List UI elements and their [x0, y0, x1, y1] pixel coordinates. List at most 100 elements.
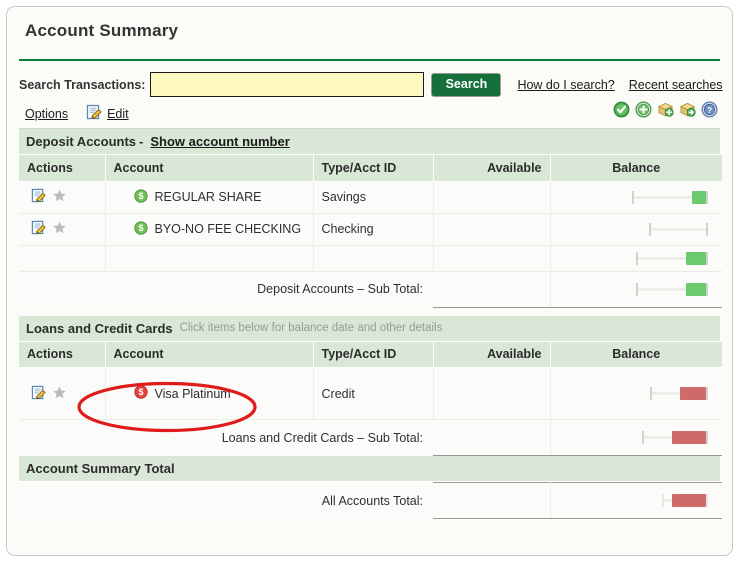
- deposit-header-dash: -: [139, 134, 144, 149]
- spacer-type-cell: [313, 245, 434, 272]
- loans-credit-cards-hint: Click items below for balance date and o…: [179, 322, 443, 334]
- dollar-circle-red-icon: $: [133, 385, 148, 402]
- show-account-number-link[interactable]: Show account number: [150, 134, 289, 149]
- all-accounts-total-label: All Accounts Total:: [19, 482, 434, 519]
- toolbar-icons: ?: [613, 101, 718, 118]
- col-header-balance: Balance: [550, 341, 722, 368]
- notepad-pencil-icon[interactable]: [31, 188, 46, 206]
- table-row[interactable]: $ BYO-NO FEE CHECKING Checking: [19, 213, 722, 246]
- all-accounts-total-available: [433, 482, 551, 519]
- notepad-pencil-icon[interactable]: [31, 220, 46, 238]
- account-summary-total-table: All Accounts Total:: [19, 482, 723, 519]
- svg-text:$: $: [138, 387, 143, 397]
- table-row[interactable]: $ REGULAR SHARE Savings: [19, 181, 722, 214]
- row-available-cell: [433, 213, 551, 246]
- row-type-cell: Checking: [313, 213, 434, 246]
- title-bar: Account Summary: [7, 7, 732, 53]
- dollar-circle-green-icon: $: [133, 220, 148, 238]
- col-header-actions: Actions: [19, 341, 106, 368]
- edit-group[interactable]: Edit: [86, 104, 129, 125]
- star-icon[interactable]: [52, 188, 67, 206]
- account-name: BYO-NO FEE CHECKING: [154, 222, 302, 236]
- spacer-available-cell: [433, 245, 551, 272]
- check-circle-icon[interactable]: [613, 101, 630, 118]
- account-name: REGULAR SHARE: [154, 190, 262, 204]
- section-gap-1: [7, 308, 732, 316]
- loans-subtotal-balance: [550, 419, 722, 456]
- col-header-account: Account: [105, 341, 314, 368]
- loans-credit-cards-table: Actions Account Type/Acct ID Available B…: [19, 341, 722, 456]
- spacer-actions-cell: [19, 245, 106, 272]
- col-header-balance: Balance: [550, 155, 722, 182]
- col-header-account: Account: [105, 155, 314, 182]
- main-panel: Account Summary Search Transactions: Sea…: [6, 6, 733, 556]
- spacer-account-cell: [105, 245, 314, 272]
- row-balance-cell: [550, 181, 722, 214]
- help-circle-icon[interactable]: ?: [701, 101, 718, 118]
- svg-text:?: ?: [707, 105, 712, 115]
- search-help-links: How do I search? Recent searches: [517, 78, 722, 92]
- spacer-balance-cell: [550, 245, 722, 272]
- search-input[interactable]: [150, 72, 425, 97]
- box-add-icon[interactable]: [657, 101, 674, 118]
- deposit-table-body: $ REGULAR SHARE Savings $ BYO-NO FEE CHE…: [19, 181, 722, 308]
- all-accounts-total-balance: [550, 482, 723, 519]
- box-export-icon[interactable]: [679, 101, 696, 118]
- col-header-type: Type/Acct ID: [313, 341, 434, 368]
- row-type-cell: Savings: [313, 181, 434, 214]
- how-do-i-search-link[interactable]: How do I search?: [517, 78, 614, 92]
- col-header-type: Type/Acct ID: [313, 155, 434, 182]
- row-available-cell: [433, 181, 551, 214]
- table-row[interactable]: $ Visa Platinum Credit: [19, 367, 722, 420]
- deposit-subtotal-label: Deposit Accounts – Sub Total:: [19, 271, 433, 307]
- row-balance-cell: [550, 213, 722, 246]
- balance-redacted-bar: [559, 420, 715, 455]
- edit-link[interactable]: Edit: [107, 107, 129, 121]
- deposit-accounts-table: Actions Account Type/Acct ID Available B…: [19, 155, 722, 308]
- row-actions-cell: [19, 181, 106, 214]
- svg-text:$: $: [138, 191, 143, 201]
- balance-redacted-bar: [559, 272, 715, 307]
- row-account-cell[interactable]: $ BYO-NO FEE CHECKING: [105, 213, 314, 246]
- balance-redacted-bar: [559, 214, 715, 245]
- account-summary-page: Account Summary Search Transactions: Sea…: [0, 0, 739, 562]
- plus-circle-icon[interactable]: [635, 101, 652, 118]
- balance-redacted-bar: [559, 368, 715, 419]
- recent-searches-link[interactable]: Recent searches: [629, 78, 723, 92]
- star-icon[interactable]: [52, 220, 67, 238]
- search-label: Search Transactions:: [19, 77, 146, 92]
- notepad-pencil-icon: [86, 104, 102, 125]
- deposit-subtotal-balance: [550, 270, 722, 308]
- deposit-accounts-header: Deposit Accounts - Show account number: [19, 129, 720, 155]
- account-summary-total-header: Account Summary Total: [19, 456, 720, 482]
- notepad-pencil-icon[interactable]: [31, 385, 46, 403]
- col-header-actions: Actions: [19, 155, 106, 182]
- loans-credit-cards-title: Loans and Credit Cards: [26, 320, 173, 336]
- search-button[interactable]: Search: [431, 72, 502, 97]
- balance-redacted-bar: [559, 246, 715, 271]
- loans-table-header-row: Actions Account Type/Acct ID Available B…: [19, 341, 722, 368]
- options-row: Options Edit ?: [7, 99, 732, 125]
- options-link[interactable]: Options: [25, 107, 68, 121]
- row-actions-cell: [19, 213, 106, 246]
- loans-subtotal-available: [433, 419, 551, 456]
- row-account-cell[interactable]: $ REGULAR SHARE: [105, 181, 314, 214]
- page-title: Account Summary: [25, 21, 179, 40]
- loans-table-body: $ Visa Platinum Credit Loans and Credit …: [19, 367, 722, 456]
- deposit-accounts-title: Deposit Accounts: [26, 134, 137, 149]
- svg-text:$: $: [138, 223, 143, 233]
- account-summary-total-title: Account Summary Total: [26, 461, 175, 476]
- balance-redacted-bar: [559, 182, 715, 213]
- star-icon[interactable]: [52, 385, 67, 403]
- all-accounts-total-row: All Accounts Total:: [19, 482, 723, 519]
- deposit-subtotal-row: Deposit Accounts – Sub Total:: [19, 270, 722, 308]
- dollar-circle-green-icon: $: [133, 188, 148, 206]
- deposit-table-header-row: Actions Account Type/Acct ID Available B…: [19, 155, 722, 182]
- row-actions-cell: [19, 367, 106, 420]
- search-row: Search Transactions: Search How do I sea…: [7, 61, 732, 99]
- balance-redacted-bar: [559, 483, 715, 518]
- account-name: Visa Platinum: [154, 386, 231, 401]
- row-account-cell[interactable]: $ Visa Platinum: [105, 367, 314, 420]
- row-balance-cell: [550, 367, 722, 420]
- loans-credit-cards-header: Loans and Credit Cards Click items below…: [19, 315, 720, 342]
